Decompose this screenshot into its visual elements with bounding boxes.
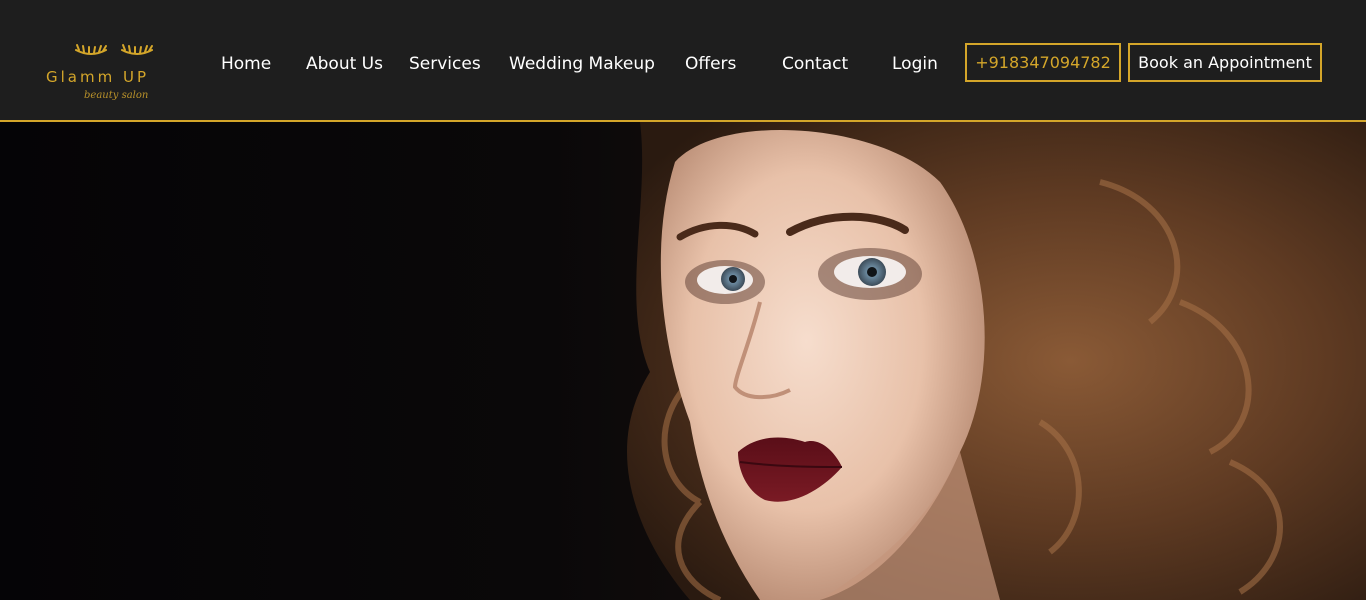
hero-banner: [0, 122, 1366, 600]
brand-logo[interactable]: Glamm UP beauty salon: [44, 42, 194, 112]
nav-login[interactable]: Login: [892, 54, 938, 74]
nav-about-us[interactable]: About Us: [306, 54, 383, 74]
book-appointment-button[interactable]: Book an Appointment: [1128, 43, 1322, 82]
eyelashes-icon: [75, 44, 153, 55]
hero-portrait-image: [627, 122, 1366, 600]
nav-home[interactable]: Home: [221, 54, 271, 74]
nav-offers[interactable]: Offers: [685, 54, 736, 74]
brand-name: Glamm UP: [46, 68, 149, 86]
brand-tagline: beauty salon: [84, 90, 149, 101]
nav-contact[interactable]: Contact: [782, 54, 848, 74]
top-navbar: Glamm UP beauty salon Home About Us Serv…: [0, 0, 1366, 122]
nav-services[interactable]: Services: [409, 54, 481, 74]
phone-button[interactable]: +918347094782: [965, 43, 1121, 82]
nav-wedding-makeup[interactable]: Wedding Makeup: [509, 54, 655, 74]
